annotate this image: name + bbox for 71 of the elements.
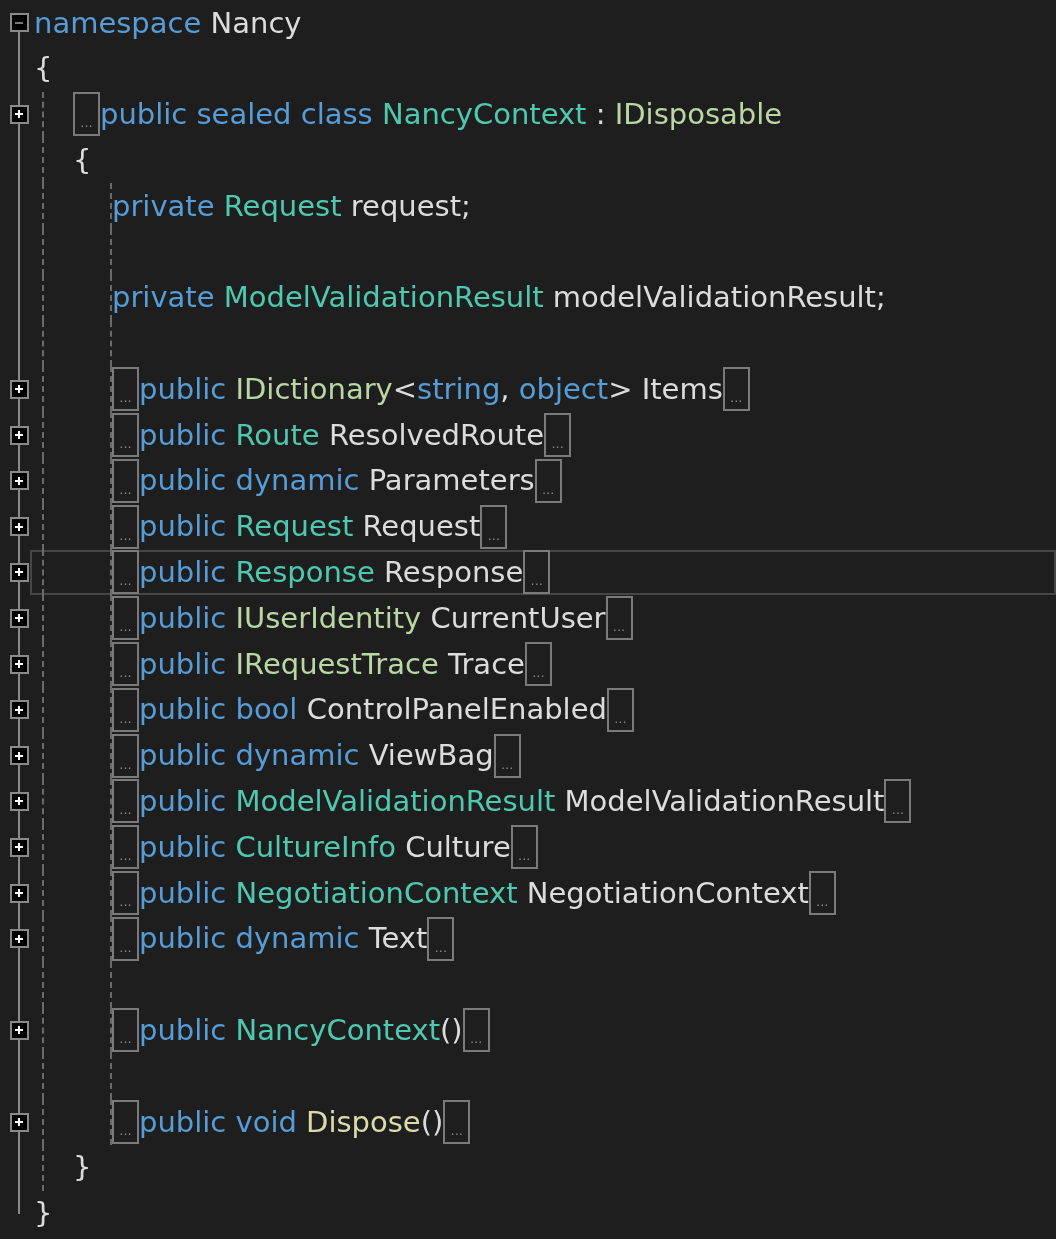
code-line: } bbox=[34, 1196, 53, 1231]
expand-icon[interactable] bbox=[9, 562, 29, 582]
code-line: public ModelValidationResult ModelValidationResult bbox=[139, 784, 885, 819]
expand-icon[interactable] bbox=[9, 471, 29, 491]
collapse-icon[interactable] bbox=[9, 13, 29, 33]
collapsed-region-marker[interactable]: ... bbox=[112, 1100, 139, 1144]
expand-icon[interactable] bbox=[9, 746, 29, 766]
expand-icon[interactable] bbox=[9, 929, 29, 949]
collapsed-region-marker[interactable]: ... bbox=[510, 825, 538, 870]
collapsed-region-marker[interactable]: ... bbox=[544, 413, 572, 458]
expand-icon[interactable] bbox=[9, 883, 29, 903]
expand-icon[interactable] bbox=[9, 837, 29, 857]
collapsed-region-marker[interactable]: ... bbox=[112, 871, 139, 916]
expand-icon[interactable] bbox=[9, 654, 29, 674]
expand-icon[interactable] bbox=[9, 379, 29, 399]
expand-icon[interactable] bbox=[9, 425, 29, 445]
code-line: public IDictionary<string, object> Items bbox=[139, 371, 723, 407]
collapsed-region-marker[interactable]: ... bbox=[112, 367, 139, 412]
code-line: public dynamic ViewBag bbox=[139, 738, 494, 774]
code-line: public void Dispose() bbox=[139, 1104, 444, 1140]
code-line: { bbox=[73, 142, 92, 178]
code-line: public NancyContext() bbox=[139, 1013, 463, 1048]
collapsed-region-marker[interactable]: ... bbox=[112, 733, 139, 778]
code-line: public Request Request bbox=[139, 509, 481, 545]
code-line: public NegotiationContext NegotiationContext bbox=[139, 875, 809, 911]
code-line: public sealed class NancyContext : IDisposable bbox=[100, 97, 783, 132]
code-line: namespace Nancy bbox=[34, 5, 302, 41]
expand-icon[interactable] bbox=[9, 1112, 29, 1132]
collapsed-region-marker[interactable]: ... bbox=[112, 825, 139, 870]
collapsed-region-marker[interactable]: ... bbox=[112, 504, 139, 549]
collapsed-region-marker[interactable]: ... bbox=[112, 596, 139, 641]
code-line: public CultureInfo Culture bbox=[139, 829, 511, 865]
collapsed-region-marker[interactable]: ... bbox=[534, 458, 562, 503]
code-line: public IUserIdentity CurrentUser bbox=[139, 600, 606, 636]
expand-icon[interactable] bbox=[9, 517, 29, 537]
code-line: public Response Response bbox=[139, 555, 524, 590]
collapsed-region-marker[interactable]: ... bbox=[112, 458, 139, 503]
collapsed-region-marker[interactable]: ... bbox=[112, 642, 139, 687]
collapsed-region-marker[interactable]: ... bbox=[808, 871, 836, 916]
code-line: public dynamic Text bbox=[139, 921, 428, 957]
collapsed-region-marker[interactable]: ... bbox=[523, 550, 551, 595]
code-line: private ModelValidationResult modelValidationResult; bbox=[112, 280, 886, 316]
expand-icon[interactable] bbox=[9, 791, 29, 811]
collapsed-region-marker[interactable]: ... bbox=[73, 92, 100, 137]
collapsed-region-marker[interactable]: ... bbox=[443, 1100, 471, 1144]
code-line: public dynamic Parameters bbox=[139, 463, 535, 499]
collapsed-region-marker[interactable]: ... bbox=[480, 504, 508, 549]
code-line: } bbox=[73, 1150, 92, 1186]
expand-icon[interactable] bbox=[9, 700, 29, 720]
collapsed-region-marker[interactable]: ... bbox=[524, 642, 552, 687]
collapsed-region-marker[interactable]: ... bbox=[112, 1008, 139, 1053]
code-line: public Route ResolvedRoute bbox=[139, 417, 545, 453]
collapsed-region-marker[interactable]: ... bbox=[462, 1008, 490, 1053]
expand-icon[interactable] bbox=[9, 1020, 29, 1040]
code-line: public bool ControlPanelEnabled bbox=[139, 692, 607, 728]
code-line: public IRequestTrace Trace bbox=[139, 646, 525, 682]
collapsed-region-marker[interactable]: ... bbox=[112, 413, 139, 458]
collapsed-region-marker[interactable]: ... bbox=[112, 687, 139, 732]
collapsed-region-marker[interactable]: ... bbox=[606, 687, 634, 732]
expand-icon[interactable] bbox=[9, 105, 29, 124]
collapsed-region-marker[interactable]: ... bbox=[112, 916, 139, 961]
collapsed-region-marker[interactable]: ... bbox=[112, 779, 139, 824]
code-line: { bbox=[34, 51, 53, 87]
collapsed-region-marker[interactable]: ... bbox=[605, 596, 633, 641]
collapsed-region-marker[interactable]: ... bbox=[112, 550, 139, 595]
expand-icon[interactable] bbox=[9, 608, 29, 628]
collapsed-region-marker[interactable]: ... bbox=[427, 916, 455, 961]
code-line: private Request request; bbox=[112, 188, 471, 224]
collapsed-region-marker[interactable]: ... bbox=[722, 367, 750, 412]
collapsed-region-marker[interactable]: ... bbox=[493, 733, 521, 778]
collapsed-region-marker[interactable]: ... bbox=[884, 779, 912, 824]
